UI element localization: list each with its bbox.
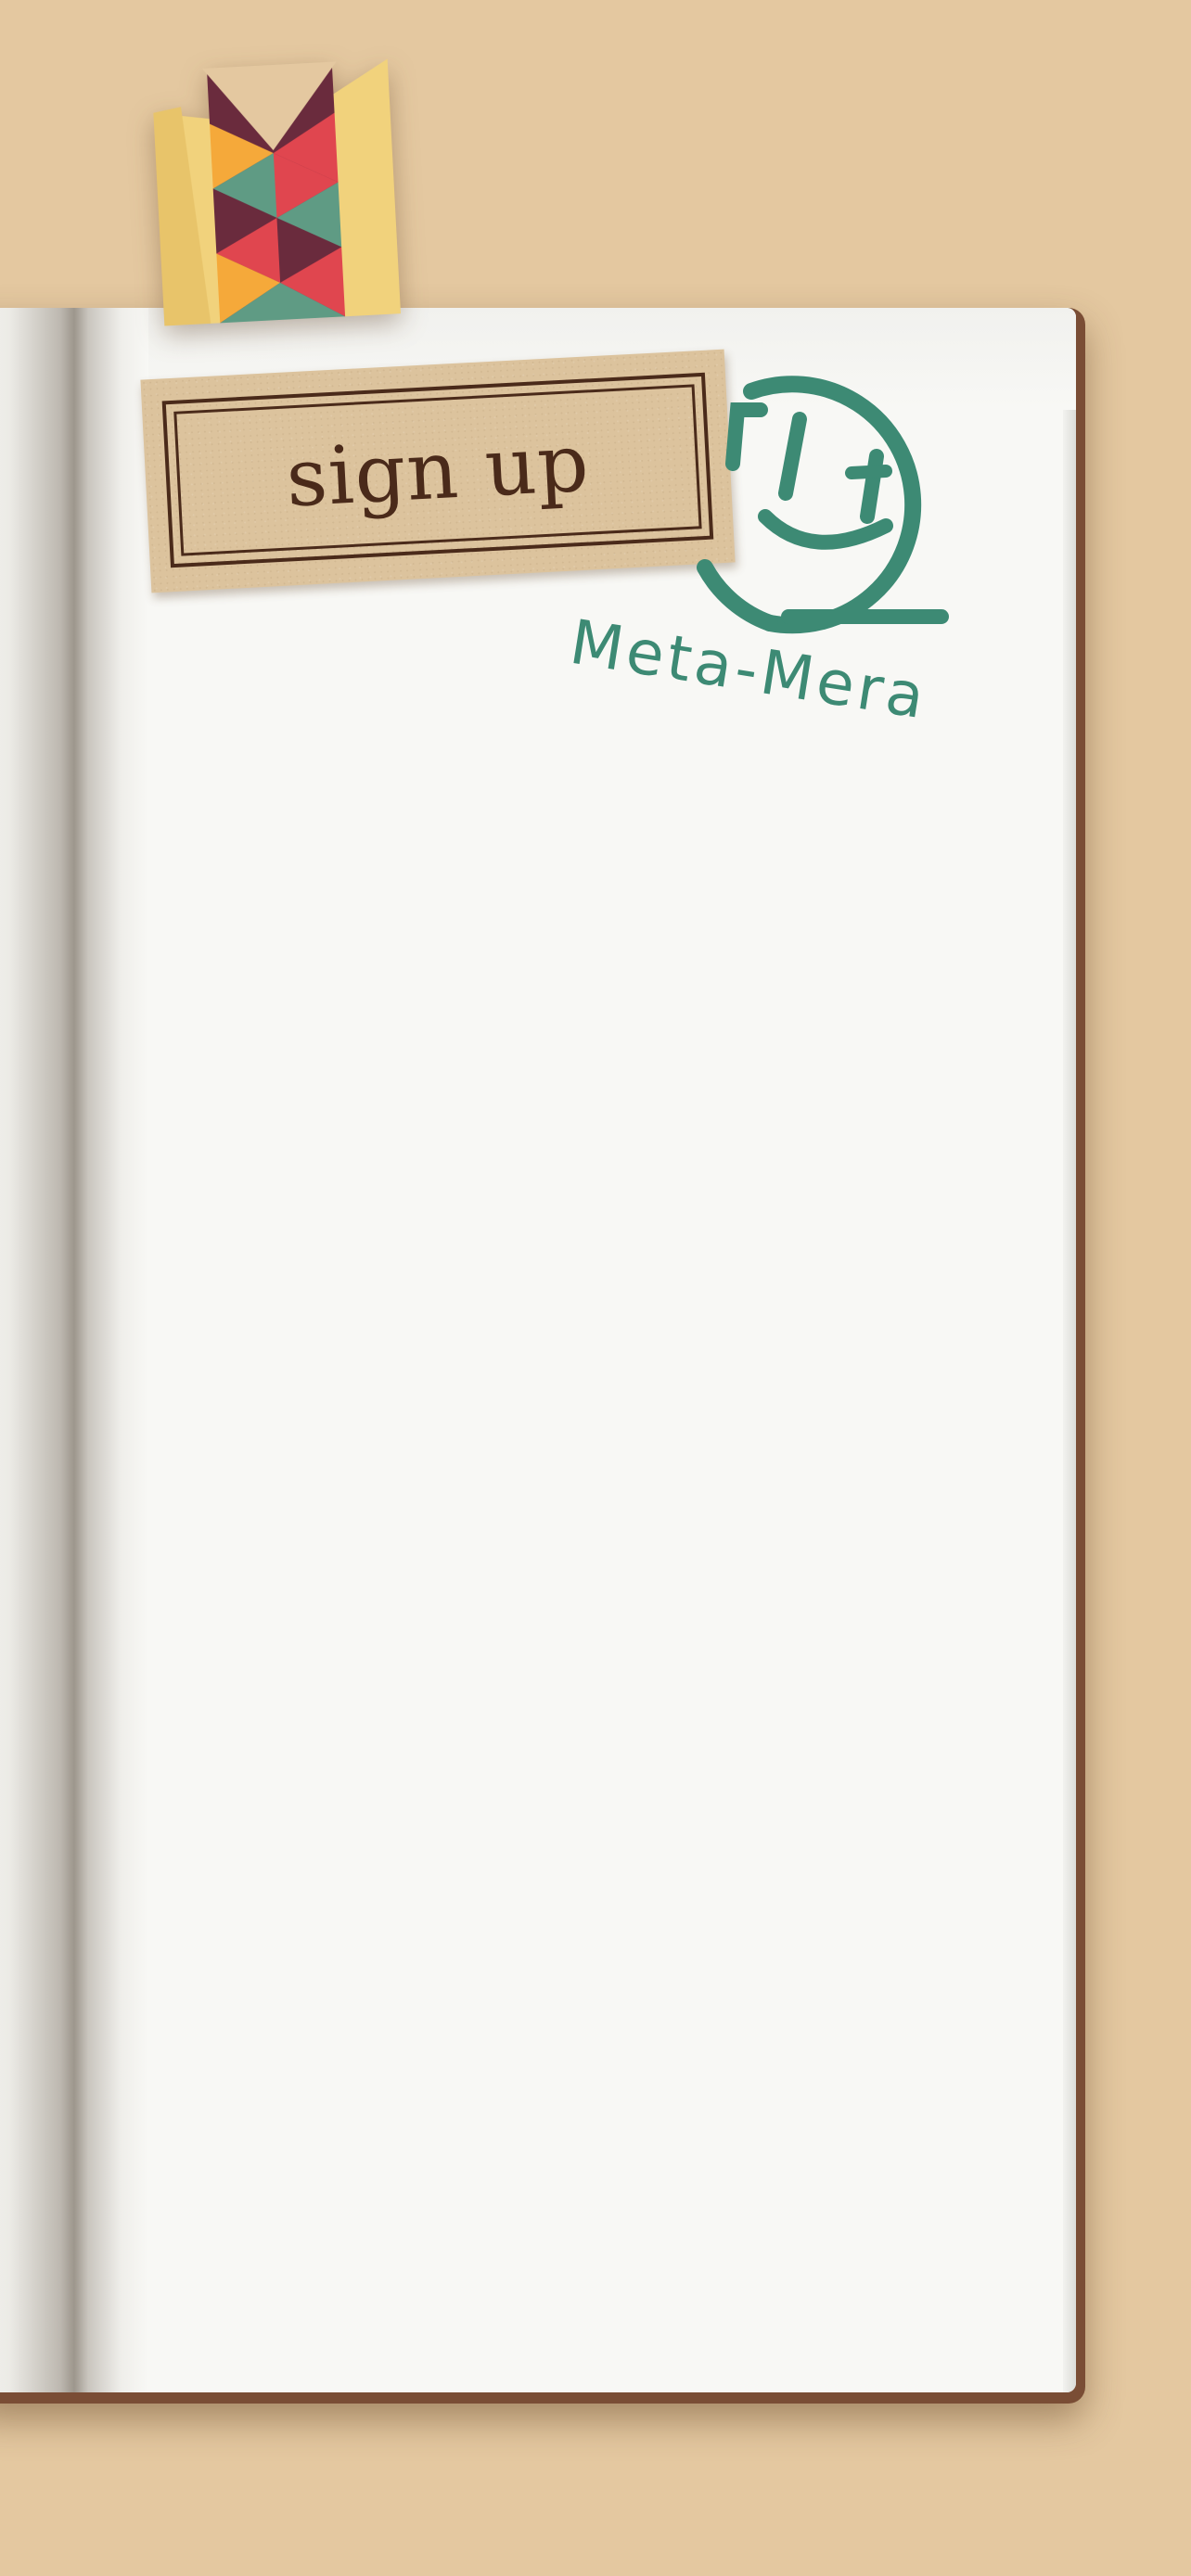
page-edge bbox=[1063, 308, 1076, 2392]
logo-text: Meta-Mera bbox=[565, 606, 932, 733]
meta-mera-logo: Meta-Mera bbox=[557, 354, 1039, 744]
app-screen: sign up Meta-Mera bbox=[0, 0, 1191, 2576]
bookmark-ribbon-icon bbox=[151, 58, 402, 326]
smiley-face-icon bbox=[697, 376, 949, 634]
